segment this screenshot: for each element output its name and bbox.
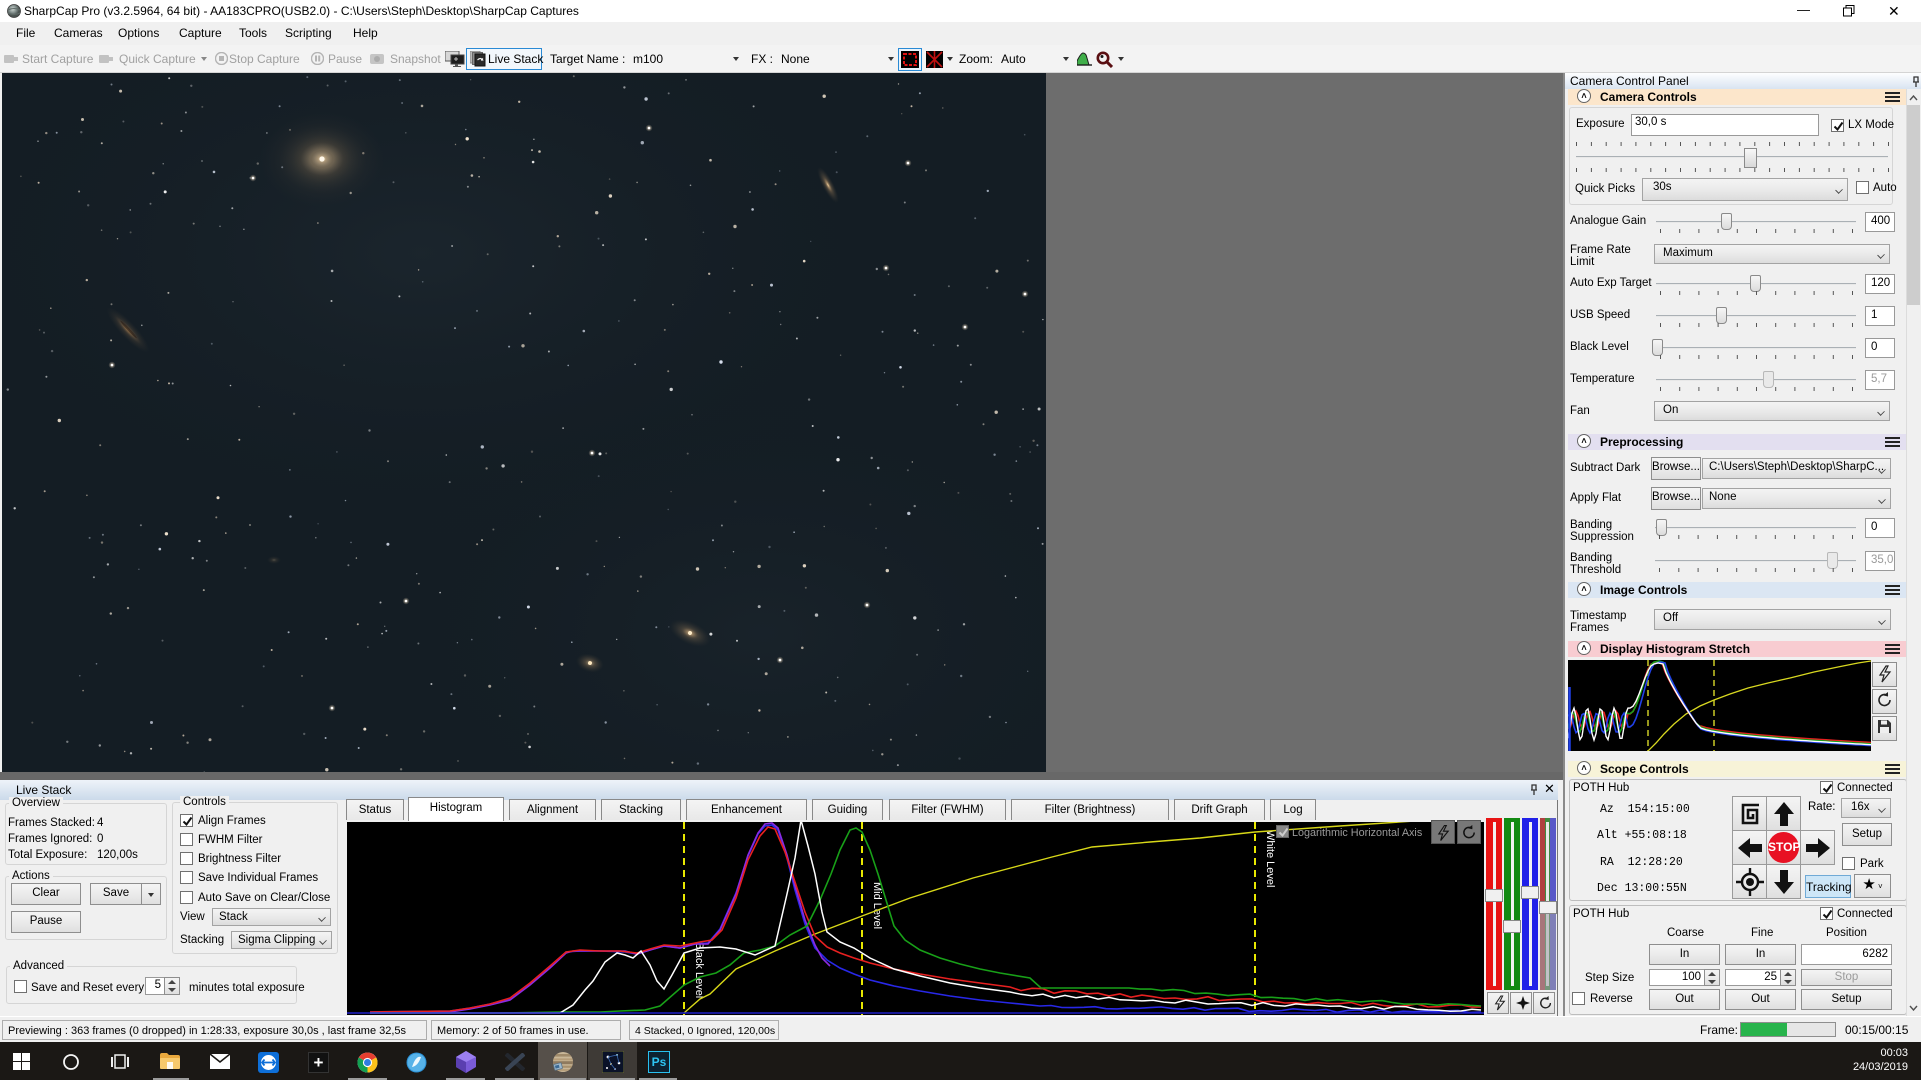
svg-text:Mid Level: Mid Level — [871, 882, 883, 929]
svg-text:White Level: White Level — [1264, 830, 1276, 887]
svg-text:Black Level: Black Level — [693, 942, 705, 998]
